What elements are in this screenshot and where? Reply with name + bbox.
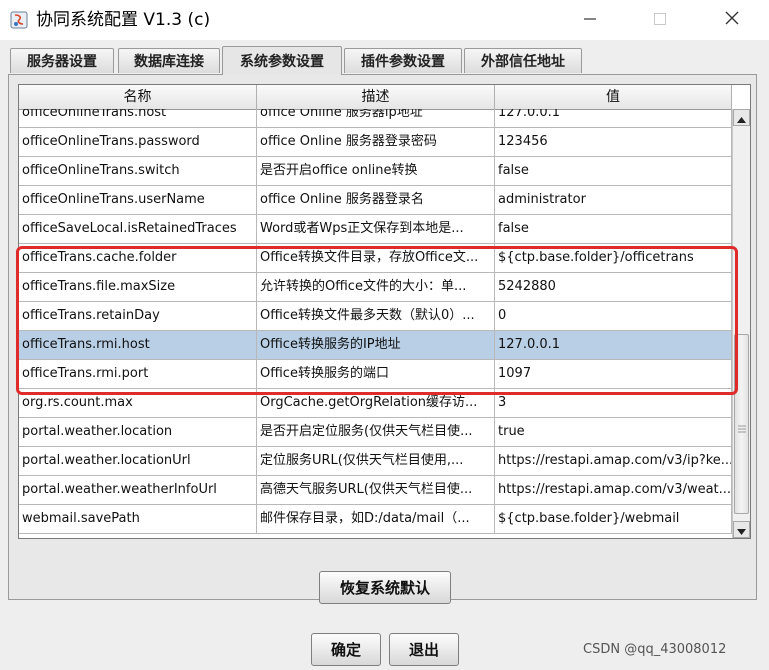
table-row[interactable]: officeTrans.cache.folder Office转换文件目录，存放… (19, 244, 732, 273)
cell-value[interactable]: 127.0.0.1 (495, 331, 732, 359)
cell-description[interactable]: 允许转换的Office文件的大小：单... (257, 273, 495, 301)
vertical-scrollbar[interactable] (732, 109, 750, 538)
table-row[interactable]: officeSaveLocal.isRetainedTraces Word或者W… (19, 215, 732, 244)
header-description[interactable]: 描述 (257, 85, 495, 109)
cell-value[interactable]: 1097 (495, 360, 732, 388)
cell-value[interactable]: https://restapi.amap.com/v3/weat... (495, 476, 732, 504)
cell-value[interactable]: 127.0.0.1 (495, 109, 732, 127)
scroll-thumb[interactable] (734, 334, 749, 514)
cell-name[interactable]: org.rs.count.max (19, 389, 257, 417)
cell-name[interactable]: officeOnlineTrans.userName (19, 186, 257, 214)
maximize-button[interactable] (637, 0, 683, 40)
cell-value[interactable]: ${ctp.base.folder}/webmail (495, 505, 732, 533)
tab-server-settings[interactable]: 服务器设置 (10, 48, 114, 73)
grip-icon (738, 418, 746, 433)
table-row[interactable]: portal.weather.locationUrl 定位服务URL(仅供天气栏… (19, 447, 732, 476)
cell-description[interactable]: Office转换服务的IP地址 (257, 331, 495, 359)
cell-name[interactable]: portal.weather.locationUrl (19, 447, 257, 475)
scroll-down-button[interactable] (733, 521, 750, 538)
cell-value[interactable]: false (495, 215, 732, 243)
cell-name[interactable]: officeSaveLocal.isRetainedTraces (19, 215, 257, 243)
table-row-selected[interactable]: officeTrans.rmi.host Office转换服务的IP地址 127… (19, 331, 732, 360)
cell-description[interactable]: office Online 服务器ip地址 (257, 109, 495, 127)
cell-name[interactable]: webmail.savePath (19, 505, 257, 533)
header-value[interactable]: 值 (495, 85, 732, 109)
restore-default-button[interactable]: 恢复系统默认 (319, 571, 451, 604)
table-header: 名称 描述 值 (19, 85, 732, 110)
tab-system-parameters[interactable]: 系统参数设置 (222, 46, 342, 75)
cell-value[interactable]: 0 (495, 302, 732, 330)
minimize-icon (583, 11, 597, 30)
window-title: 协同系统配置 V1.3 (c) (36, 10, 211, 30)
exit-button[interactable]: 退出 (389, 633, 459, 666)
table-row[interactable]: portal.weather.weatherInfoUrl 高德天气服务URL(… (19, 476, 732, 505)
cell-name[interactable]: officeOnlineTrans.password (19, 128, 257, 156)
cell-name[interactable]: officeTrans.file.maxSize (19, 273, 257, 301)
cell-name[interactable]: portal.weather.weatherInfoUrl (19, 476, 257, 504)
cell-value[interactable]: administrator (495, 186, 732, 214)
cell-description[interactable]: 邮件保存目录，如D:/data/mail（... (257, 505, 495, 533)
table-row[interactable]: officeTrans.retainDay Office转换文件最多天数（默认0… (19, 302, 732, 331)
watermark: CSDN @qq_43008012 (583, 642, 727, 657)
cell-name[interactable]: officeTrans.cache.folder (19, 244, 257, 272)
tab-external-trusted-address[interactable]: 外部信任地址 (464, 48, 582, 73)
minimize-button[interactable] (567, 0, 613, 40)
ok-button[interactable]: 确定 (311, 633, 381, 666)
cell-value[interactable]: 3 (495, 389, 732, 417)
table-row[interactable]: org.rs.count.max OrgCache.getOrgRelation… (19, 389, 732, 418)
tab-plugin-parameters[interactable]: 插件参数设置 (344, 48, 462, 73)
cell-value[interactable]: false (495, 157, 732, 185)
parameters-table: 名称 描述 值 officeOnlineTrans.host office On… (18, 84, 751, 539)
cell-name[interactable]: officeOnlineTrans.host (19, 109, 257, 127)
cell-value[interactable]: 123456 (495, 128, 732, 156)
arrow-up-icon (737, 108, 746, 127)
app-icon (10, 11, 28, 29)
table-row[interactable]: webmail.savePath 邮件保存目录，如D:/data/mail（..… (19, 505, 732, 534)
cell-description[interactable]: office Online 服务器登录名 (257, 186, 495, 214)
arrow-down-icon (737, 520, 746, 538)
cell-name[interactable]: officeTrans.retainDay (19, 302, 257, 330)
cell-description[interactable]: Office转换服务的端口 (257, 360, 495, 388)
tab-database-connection[interactable]: 数据库连接 (118, 48, 220, 73)
table-row[interactable]: officeOnlineTrans.password office Online… (19, 128, 732, 157)
scroll-up-button[interactable] (733, 109, 750, 126)
cell-description[interactable]: Word或者Wps正文保存到本地是... (257, 215, 495, 243)
cell-value[interactable]: 5242880 (495, 273, 732, 301)
header-name[interactable]: 名称 (19, 85, 257, 109)
table-body: officeOnlineTrans.host office Online 服务器… (19, 109, 732, 538)
cell-description[interactable]: 高德天气服务URL(仅供天气栏目使... (257, 476, 495, 504)
table-row[interactable]: officeOnlineTrans.userName office Online… (19, 186, 732, 215)
cell-name[interactable]: officeOnlineTrans.switch (19, 157, 257, 185)
cell-description[interactable]: 定位服务URL(仅供天气栏目使用,... (257, 447, 495, 475)
title-bar: 协同系统配置 V1.3 (c) (0, 0, 769, 40)
table-row[interactable]: officeTrans.rmi.port Office转换服务的端口 1097 (19, 360, 732, 389)
table-row[interactable]: officeOnlineTrans.host office Online 服务器… (19, 109, 732, 128)
cell-description[interactable]: Office转换文件最多天数（默认0）... (257, 302, 495, 330)
cell-name[interactable]: officeTrans.rmi.host (19, 331, 257, 359)
cell-value[interactable]: https://restapi.amap.com/v3/ip?ke... (495, 447, 732, 475)
table-row[interactable]: portal.weather.location 是否开启定位服务(仅供天气栏目使… (19, 418, 732, 447)
cell-value[interactable]: true (495, 418, 732, 446)
cell-description[interactable]: 是否开启office online转换 (257, 157, 495, 185)
cell-name[interactable]: officeTrans.rmi.port (19, 360, 257, 388)
table-row[interactable]: officeTrans.file.maxSize 允许转换的Office文件的大… (19, 273, 732, 302)
cell-description[interactable]: office Online 服务器登录密码 (257, 128, 495, 156)
table-row[interactable]: officeOnlineTrans.switch 是否开启office onli… (19, 157, 732, 186)
cell-description[interactable]: OrgCache.getOrgRelation缓存访... (257, 389, 495, 417)
close-button[interactable] (709, 0, 755, 40)
cell-description[interactable]: 是否开启定位服务(仅供天气栏目使... (257, 418, 495, 446)
close-icon (724, 10, 740, 30)
cell-name[interactable]: portal.weather.location (19, 418, 257, 446)
cell-description[interactable]: Office转换文件目录，存放Office文... (257, 244, 495, 272)
cell-value[interactable]: ${ctp.base.folder}/officetrans (495, 244, 732, 272)
maximize-icon (653, 11, 667, 30)
